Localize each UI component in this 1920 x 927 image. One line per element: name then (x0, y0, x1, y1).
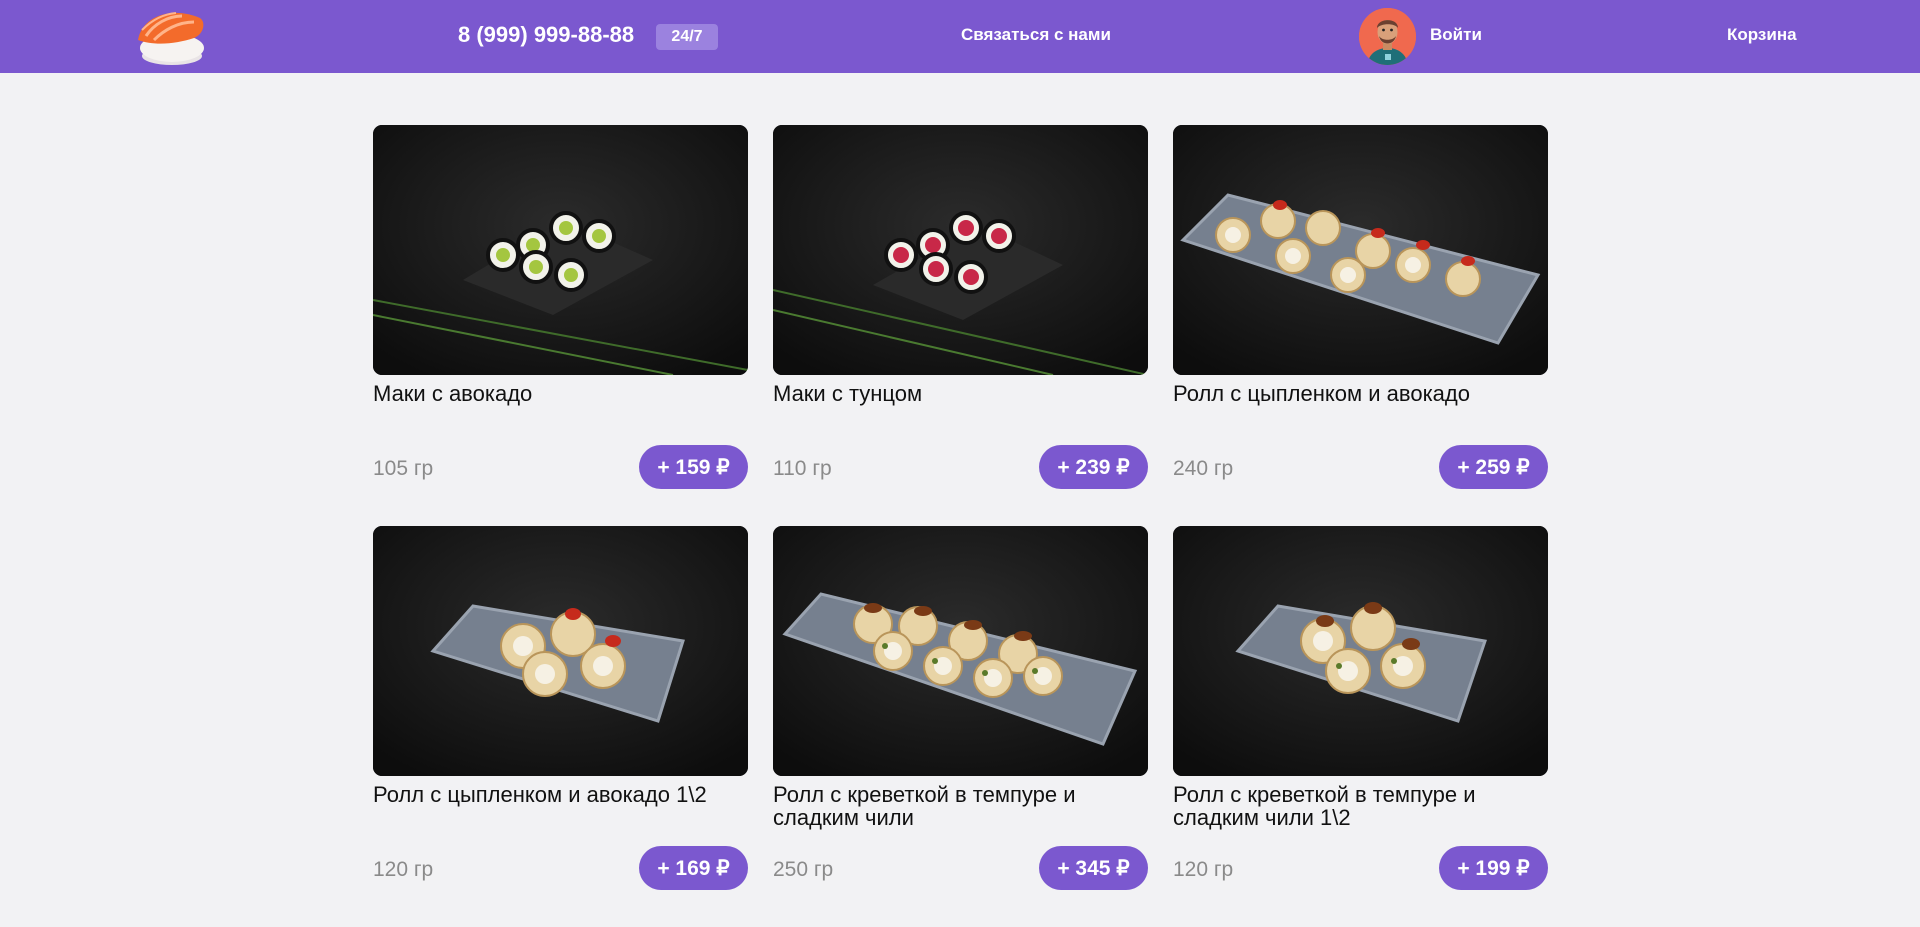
site-header: 8 (999) 999-88-88 24/7 Связаться с нами … (0, 0, 1920, 73)
product-card: Маки с авокадо 105 гр + 159 ₽ (373, 125, 748, 489)
product-weight: 120 гр (373, 858, 434, 881)
add-to-cart-button[interactable]: + 169 ₽ (639, 846, 748, 890)
product-name: Ролл с цыпленком и авокадо 1\2 (373, 782, 707, 807)
add-to-cart-button[interactable]: + 345 ₽ (1039, 846, 1148, 890)
product-weight: 240 гр (1173, 457, 1234, 480)
add-to-cart-button[interactable]: + 259 ₽ (1439, 445, 1548, 489)
roll-shrimp-tempura-half-image[interactable] (1173, 526, 1548, 776)
product-name: Маки с тунцом (773, 381, 923, 406)
product-name: Ролл с креветкой в темпуре и сладким чил… (773, 782, 1076, 830)
product-weight: 110 гр (773, 457, 832, 480)
login-link[interactable]: Войти (1430, 25, 1482, 45)
product-card: Ролл с креветкой в темпуре и сладким чил… (1173, 526, 1548, 890)
user-avatar-icon[interactable] (1359, 8, 1416, 65)
add-to-cart-button[interactable]: + 159 ₽ (639, 445, 748, 489)
product-card: Маки с тунцом 110 гр + 239 ₽ (773, 125, 1148, 489)
product-grid: Маки с авокадо 105 гр + 159 ₽ Маки с тун… (373, 125, 1549, 890)
product-name: Маки с авокадо (373, 381, 533, 406)
product-weight: 105 гр (373, 457, 434, 480)
product-name: Ролл с цыпленком и авокадо (1173, 381, 1470, 406)
add-to-cart-button[interactable]: + 239 ₽ (1039, 445, 1148, 489)
product-card: Ролл с цыпленком и авокадо 240 гр + 259 … (1173, 125, 1548, 489)
maki-tuna-image[interactable] (773, 125, 1148, 375)
roll-shrimp-tempura-image[interactable] (773, 526, 1148, 776)
phone-link[interactable]: 8 (999) 999-88-88 (458, 22, 634, 48)
product-name: Ролл с креветкой в темпуре и сладким чил… (1173, 782, 1476, 830)
product-card: Ролл с креветкой в темпуре и сладким чил… (773, 526, 1148, 890)
add-to-cart-button[interactable]: + 199 ₽ (1439, 846, 1548, 890)
product-card: Ролл с цыпленком и авокадо 1\2 120 гр + … (373, 526, 748, 890)
roll-chicken-avocado-half-image[interactable] (373, 526, 748, 776)
maki-avocado-image[interactable] (373, 125, 748, 375)
sushi-logo-icon[interactable] (132, 4, 208, 70)
hours-badge: 24/7 (656, 24, 718, 50)
cart-link[interactable]: Корзина (1727, 25, 1797, 45)
product-weight: 250 гр (773, 858, 834, 881)
roll-chicken-avocado-image[interactable] (1173, 125, 1548, 375)
product-weight: 120 гр (1173, 858, 1234, 881)
contact-us-link[interactable]: Связаться с нами (961, 25, 1111, 45)
